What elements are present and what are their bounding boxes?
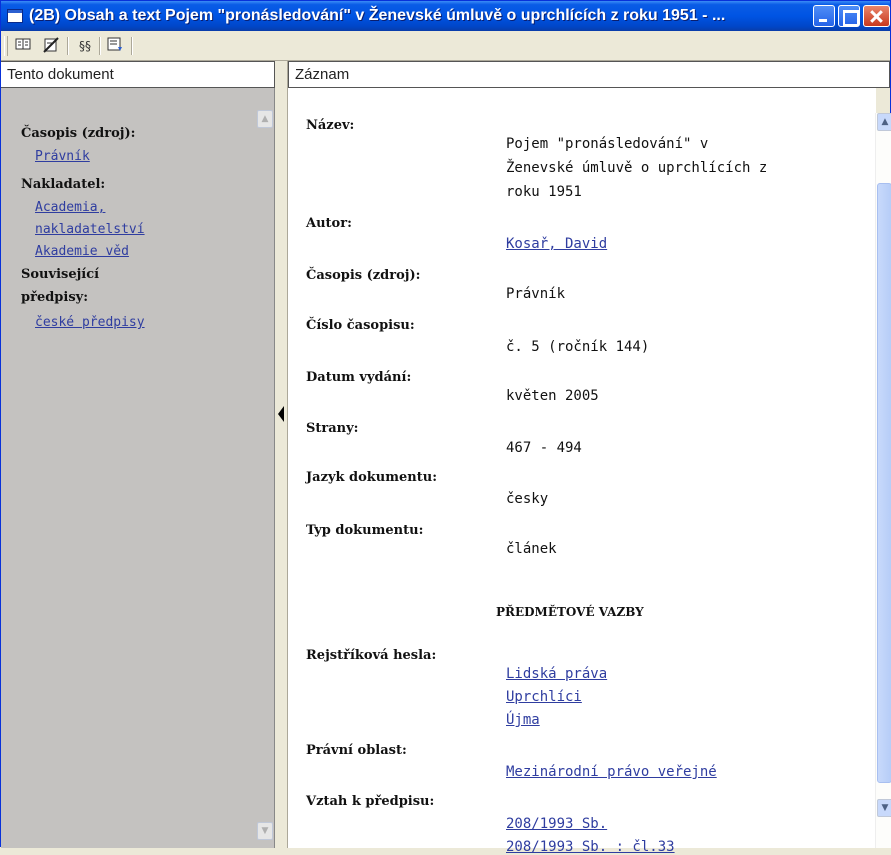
field-label-strany: Strany: (306, 421, 359, 436)
scroll-up-icon[interactable]: ▲ (877, 113, 891, 131)
left-label-souvisejici: Související (21, 267, 100, 282)
paragraph-sections-icon[interactable]: §§ (73, 37, 97, 55)
field-value-nazev-line2: Ženevské úmluvě o uprchlících z (506, 160, 768, 176)
left-panel-header: Tento dokument (1, 61, 275, 88)
field-label-casopis: Časopis (zdroj): (306, 268, 421, 283)
title-bar[interactable]: (2B) Obsah a text Pojem "pronásledování"… (1, 1, 890, 31)
left-link-pravnik[interactable]: Právník (35, 149, 90, 164)
window-title: (2B) Obsah a text Pojem "pronásledování"… (29, 7, 726, 24)
section-heading: PŘEDMĚTOVÉ VAZBY (496, 605, 644, 619)
scroll-up-icon[interactable]: ▲ (257, 110, 273, 128)
toolbar-separator (131, 37, 133, 55)
field-label-nazev: Název: (306, 118, 355, 133)
left-panel: Časopis (zdroj): Právník Nakladatel: Aca… (1, 88, 275, 848)
scroll-down-icon[interactable]: ▼ (877, 799, 891, 817)
link-regulation[interactable]: 208/1993 Sb. : čl.33 (506, 839, 675, 855)
link-regulation[interactable]: 208/1993 Sb. (506, 816, 607, 832)
field-label-pravni-oblast: Právní oblast: (306, 743, 407, 758)
left-label-predpisy: předpisy: (21, 290, 88, 305)
right-scrollbar[interactable]: ▲ ▼ (875, 113, 891, 848)
collapse-arrow-icon[interactable] (278, 406, 284, 422)
left-link-academia[interactable]: Academia, (35, 200, 105, 215)
field-value-datum: květen 2005 (506, 388, 599, 404)
right-panel-header: Záznam (288, 61, 890, 88)
link-legal-area[interactable]: Mezinárodní právo veřejné (506, 764, 717, 780)
window-icon (7, 9, 23, 23)
field-value-casopis: Právník (506, 286, 566, 302)
toolbar: §§ (1, 31, 890, 61)
left-link-nakladatelstvi[interactable]: nakladatelství (35, 222, 145, 237)
field-value-strany: 467 - 494 (506, 440, 582, 456)
left-link-akademie-ved[interactable]: Akademie věd (35, 244, 129, 259)
field-label-rejstrikova: Rejstříková hesla: (306, 648, 437, 663)
link-keyword[interactable]: Lidská práva (506, 666, 607, 682)
toolbar-separator (99, 37, 101, 55)
field-label-vztah: Vztah k předpisu: (306, 794, 435, 809)
scroll-down-icon[interactable]: ▼ (257, 822, 273, 840)
field-label-typ: Typ dokumentu: (306, 523, 424, 538)
link-keyword[interactable]: Uprchlíci (506, 689, 582, 705)
document-list-icon[interactable] (105, 37, 125, 55)
field-value-nazev-line1: Pojem "pronásledování" v (506, 136, 709, 152)
left-link-ceske-predpisy[interactable]: české předpisy (35, 315, 145, 330)
link-author[interactable]: Kosař, David (506, 236, 607, 252)
field-value-nazev-line3: roku 1951 (506, 184, 582, 200)
toolbar-separator (67, 37, 69, 55)
left-label-nakladatel: Nakladatel: (21, 177, 106, 192)
panel-splitter[interactable] (275, 61, 288, 848)
field-value-jazyk: česky (506, 491, 549, 507)
left-label-casopis: Časopis (zdroj): (21, 126, 136, 141)
document-view-icon[interactable] (13, 37, 33, 55)
field-label-datum: Datum vydání: (306, 370, 412, 385)
minimize-button[interactable] (813, 5, 835, 27)
toolbar-grip[interactable] (4, 36, 8, 56)
field-label-autor: Autor: (306, 216, 352, 231)
link-keyword[interactable]: Újma (506, 712, 540, 728)
close-button[interactable] (863, 5, 890, 27)
scroll-thumb[interactable] (877, 183, 891, 783)
field-value-typ: článek (506, 541, 557, 557)
app-window: (2B) Obsah a text Pojem "pronásledování"… (0, 0, 891, 855)
field-label-cislo: Číslo časopisu: (306, 318, 415, 333)
record-panel: Název: Pojem "pronásledování" v Ženevské… (288, 88, 876, 855)
field-label-jazyk: Jazyk dokumentu: (306, 470, 437, 485)
no-edit-icon[interactable] (41, 37, 61, 55)
maximize-button[interactable] (838, 5, 860, 27)
field-value-cislo: č. 5 (ročník 144) (506, 339, 650, 355)
left-scrollbar[interactable]: ▲ ▼ (256, 88, 274, 848)
